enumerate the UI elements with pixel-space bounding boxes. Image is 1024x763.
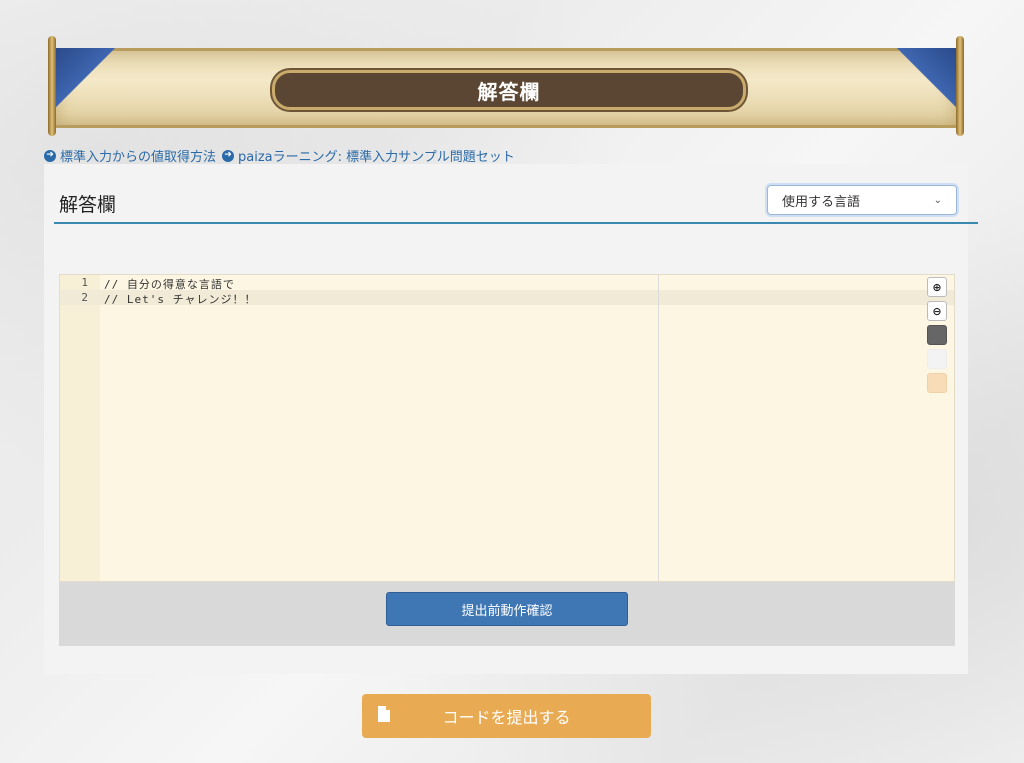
scroll-rod-right bbox=[956, 36, 964, 136]
theme-peach-swatch[interactable] bbox=[927, 373, 947, 393]
line-number-gutter bbox=[60, 275, 100, 581]
panel-title: 解答欄 bbox=[59, 194, 117, 216]
link-paiza-learning[interactable]: ➜ paizaラーニング: 標準入力サンプル問題セット bbox=[222, 146, 515, 165]
line-number: 2 bbox=[81, 291, 88, 304]
zoom-in-icon[interactable]: ⊕ bbox=[927, 277, 947, 297]
banner: 解答欄 bbox=[44, 36, 968, 136]
title-divider bbox=[54, 222, 978, 224]
editor-line[interactable]: 1 // 自分の得意な言語で bbox=[60, 275, 954, 291]
answer-panel: 解答欄 使用する言語 ⌄ 1 // 自分の得意な言語で 2 // Let's チ… bbox=[44, 164, 978, 674]
language-select-value: 使用する言語 bbox=[782, 194, 861, 210]
chevron-down-icon: ⌄ bbox=[933, 194, 942, 206]
editor-line-active[interactable]: 2 // Let's チャレンジ！！ bbox=[60, 290, 954, 306]
banner-title: 解答欄 bbox=[272, 70, 746, 110]
language-select[interactable]: 使用する言語 ⌄ bbox=[767, 185, 957, 215]
editor-tools: ⊕ ⊖ bbox=[927, 277, 947, 393]
zoom-out-icon[interactable]: ⊖ bbox=[927, 301, 947, 321]
theme-dark-swatch[interactable] bbox=[927, 325, 947, 345]
code-editor[interactable]: 1 // 自分の得意な言語で 2 // Let's チャレンジ！！ ⊕ ⊖ bbox=[59, 274, 955, 582]
help-links: ➜ 標準入力からの値取得方法 ➜ paizaラーニング: 標準入力サンプル問題セ… bbox=[44, 146, 515, 165]
pre-submit-check-button[interactable]: 提出前動作確認 bbox=[386, 592, 628, 626]
arrow-circle-right-icon: ➜ bbox=[222, 149, 235, 162]
submit-code-button[interactable]: コードを提出する bbox=[362, 694, 651, 738]
link-label: 標準入力からの値取得方法 bbox=[60, 150, 217, 165]
link-stdin-howto[interactable]: ➜ 標準入力からの値取得方法 bbox=[44, 146, 216, 165]
print-margin bbox=[658, 275, 659, 581]
theme-light-swatch[interactable] bbox=[927, 349, 947, 369]
file-icon bbox=[378, 706, 390, 722]
line-code: // Let's チャレンジ！！ bbox=[104, 293, 257, 306]
curtain-left-ornament bbox=[56, 48, 126, 108]
scroll-rod-left bbox=[48, 36, 56, 136]
submit-label: コードを提出する bbox=[442, 708, 571, 727]
line-number: 1 bbox=[81, 276, 88, 289]
action-bar: 提出前動作確認 bbox=[59, 582, 955, 646]
curtain-right-ornament bbox=[886, 48, 956, 108]
link-label: paizaラーニング: 標準入力サンプル問題セット bbox=[238, 150, 515, 165]
arrow-circle-right-icon: ➜ bbox=[44, 149, 56, 162]
